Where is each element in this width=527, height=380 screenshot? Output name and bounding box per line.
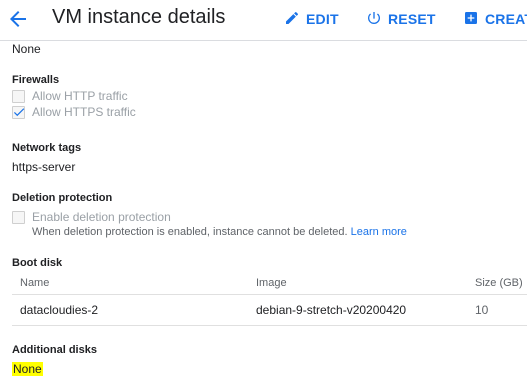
- additional-disks-label: Additional disks: [12, 344, 97, 356]
- table-header-divider: [12, 294, 527, 295]
- column-header-name: Name: [20, 277, 50, 289]
- checkmark-icon: [13, 108, 25, 117]
- allow-http-label: Allow HTTP traffic: [32, 89, 128, 103]
- app-header: VM instance details EDIT RESET CREATE: [0, 0, 527, 41]
- reset-button[interactable]: RESET: [366, 10, 436, 28]
- column-header-image: Image: [256, 277, 287, 289]
- deletion-protection-helper: When deletion protection is enabled, ins…: [32, 226, 407, 238]
- deletion-protection-label: Deletion protection: [12, 192, 113, 204]
- allow-http-checkbox[interactable]: [12, 90, 25, 103]
- column-header-size: Size (GB): [475, 277, 523, 289]
- boot-disk-label: Boot disk: [12, 257, 63, 269]
- create-button-label: CREATE: [485, 11, 527, 27]
- back-arrow-icon[interactable]: [6, 7, 30, 31]
- reset-button-label: RESET: [388, 11, 436, 27]
- learn-more-link[interactable]: Learn more: [351, 226, 407, 238]
- additional-disks-value-highlight: None: [12, 362, 43, 376]
- page-title: VM instance details: [52, 6, 226, 28]
- power-icon: [368, 12, 380, 24]
- boot-disk-image: debian-9-stretch-v20200420: [256, 303, 407, 317]
- allow-https-checkbox[interactable]: [12, 106, 25, 119]
- deletion-protection-checkbox-label: Enable deletion protection: [32, 210, 171, 224]
- table-row-divider: [12, 325, 527, 326]
- edit-button[interactable]: EDIT: [284, 10, 344, 28]
- network-tags-label: Network tags: [12, 142, 82, 154]
- additional-disks-value: None: [12, 362, 43, 376]
- network-interface-value: None: [12, 42, 41, 56]
- boot-disk-name: datacloudies-2: [20, 303, 99, 317]
- network-tags-value: https-server: [12, 160, 76, 174]
- deletion-protection-checkbox[interactable]: [12, 211, 25, 224]
- edit-button-label: EDIT: [306, 11, 339, 27]
- allow-https-label: Allow HTTPS traffic: [32, 105, 136, 119]
- add-box-icon: [465, 12, 477, 24]
- firewalls-label: Firewalls: [12, 74, 60, 86]
- create-button[interactable]: CREATE: [463, 10, 527, 28]
- deletion-protection-helper-text: When deletion protection is enabled, ins…: [32, 226, 348, 238]
- boot-disk-size: 10: [475, 303, 489, 317]
- pencil-icon: [286, 11, 299, 24]
